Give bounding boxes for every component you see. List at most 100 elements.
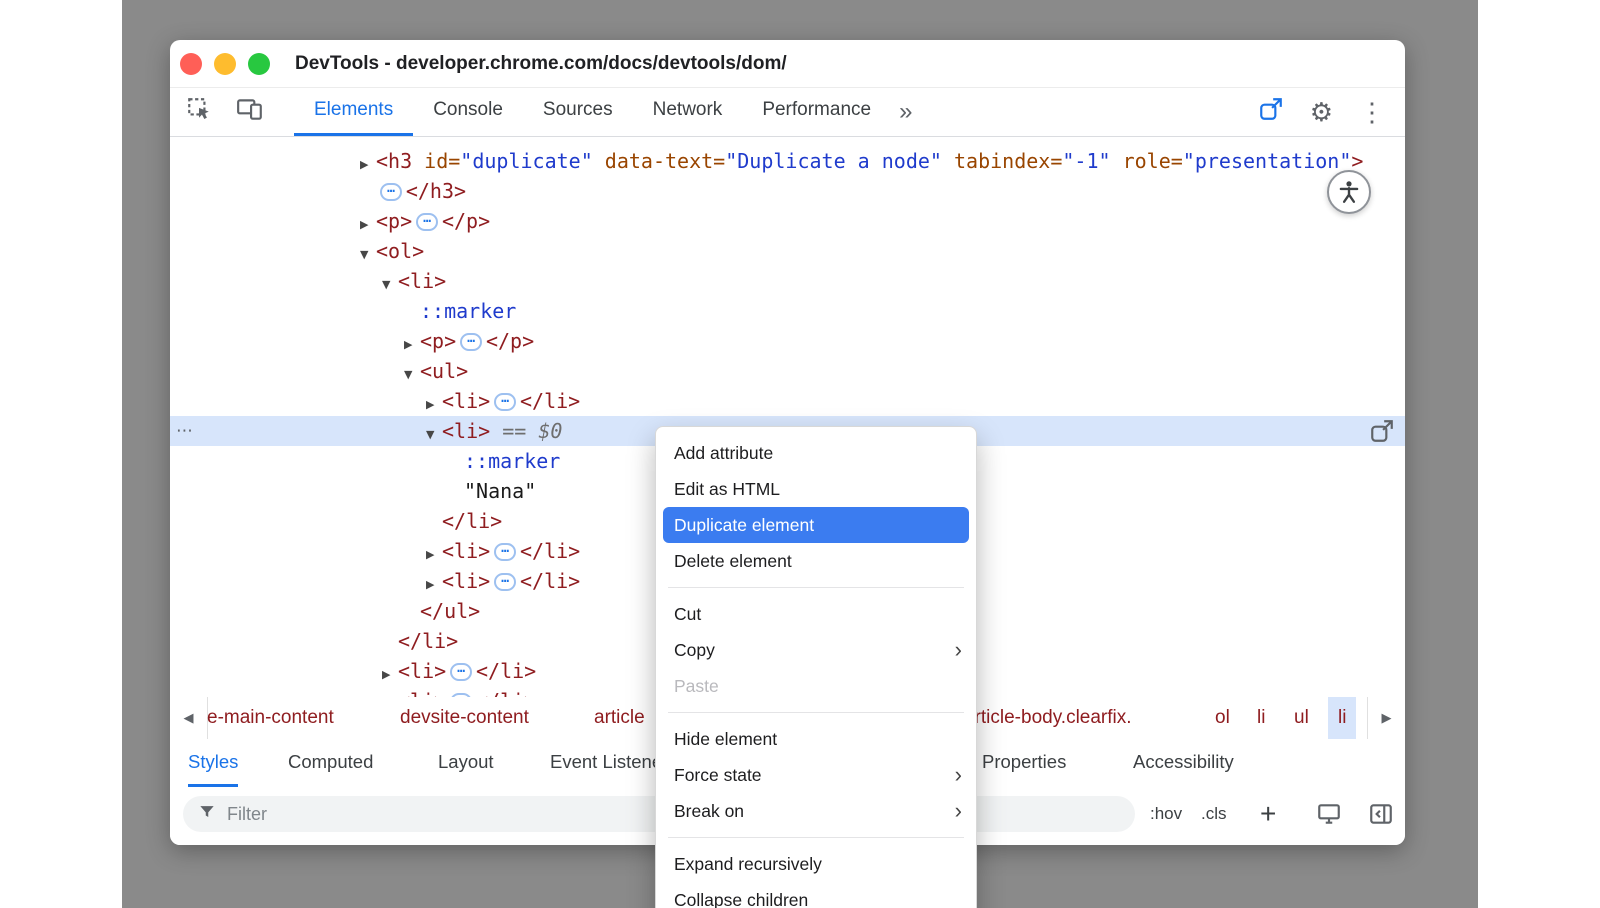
tab-properties[interactable]: Properties [982,739,1066,787]
window-title: DevTools - developer.chrome.com/docs/dev… [295,53,787,75]
new-style-rule-button[interactable]: + [1260,787,1276,841]
menu-item-delete-element[interactable]: Delete element [656,543,976,579]
menu-item-expand-recursively[interactable]: Expand recursively [656,846,976,882]
menu-item-break-on[interactable]: Break on› [656,793,976,829]
syntax-tag: </li> [520,569,580,593]
breadcrumb-item-ol[interactable]: ol [1215,697,1230,739]
more-tabs-button[interactable]: » [891,87,920,136]
menu-separator [668,712,964,713]
minimize-window-button[interactable] [214,53,236,75]
screenshot-canvas: DevTools - developer.chrome.com/docs/dev… [0,0,1600,908]
breadcrumb-item-li[interactable]: li [1257,697,1265,739]
syntax-attr: tabindex= [942,149,1062,173]
tab-sources[interactable]: Sources [523,87,633,136]
submenu-chevron-icon: › [955,793,962,829]
menu-item-force-state[interactable]: Force state› [656,757,976,793]
ellipsis-badge[interactable]: ⋯ [494,393,516,411]
dom-node-row[interactable]: ▼<ol> [170,236,1405,266]
dom-node-row[interactable]: ▶<p>⋯</p> [170,206,1405,236]
toggle-element-state-button[interactable]: :hov [1150,787,1182,841]
device-toolbar-icon[interactable] [236,96,264,127]
tab-performance[interactable]: Performance [742,87,891,136]
menu-separator [668,837,964,838]
tab-console[interactable]: Console [413,87,523,136]
syntax-tag: </li> [476,689,536,697]
dom-node-row[interactable]: ▶<h3 id="duplicate" data-text="Duplicate… [170,146,1405,176]
menu-item-cut[interactable]: Cut [656,596,976,632]
syntax-pseudo: ::marker [420,299,516,323]
tab-computed[interactable]: Computed [288,739,373,787]
syntax-tag: <p> [420,329,456,353]
ellipsis-badge[interactable]: ⋯ [494,543,516,561]
menu-item-copy[interactable]: Copy› [656,632,976,668]
element-badge-icon[interactable] [1258,96,1284,127]
tab-elements[interactable]: Elements [294,87,413,136]
syntax-attr: data-text= [593,149,725,173]
panel-tabs: ElementsConsoleSourcesNetworkPerformance [294,87,891,136]
syntax-tag: <li> [398,659,446,683]
close-window-button[interactable] [180,53,202,75]
dom-node-row[interactable]: ▼<li> [170,266,1405,296]
menu-item-collapse-children[interactable]: Collapse children [656,882,976,908]
ellipsis-badge[interactable]: ⋯ [380,183,402,201]
toggle-sidebar-icon[interactable] [1368,801,1394,832]
accessibility-widget-button[interactable] [1327,170,1371,214]
breadcrumb-item-devsite-content[interactable]: devsite-content [400,697,529,739]
menu-item-add-attribute[interactable]: Add attribute [656,435,976,471]
element-classes-button[interactable]: .cls [1201,787,1227,841]
breadcrumb-item-article[interactable]: article [594,697,645,739]
breadcrumb-item-ul[interactable]: ul [1294,697,1309,739]
syntax-tag: <li> [442,419,490,443]
menu-item-duplicate-element[interactable]: Duplicate element [663,507,969,543]
dom-node-row[interactable]: ::marker [170,296,1405,326]
ellipsis-badge[interactable]: ⋯ [494,573,516,591]
menu-item-hide-element[interactable]: Hide element [656,721,976,757]
syntax-tag: <li> [398,689,446,697]
syntax-tag: </ul> [420,599,480,623]
tab-styles[interactable]: Styles [188,739,238,787]
expand-arrow-icon[interactable]: ▶ [382,690,398,697]
syntax-val: "presentation" [1183,149,1352,173]
ellipsis-badge[interactable]: ⋯ [460,333,482,351]
ellipsis-badge[interactable]: ⋯ [416,213,438,231]
syntax-tag: </p> [442,209,490,233]
syntax-tag: </p> [486,329,534,353]
ellipsis-badge[interactable]: ⋯ [450,663,472,681]
toolbar-right-icons: ⚙ ⋮ [1258,87,1405,136]
breadcrumb-item-article-body-clearfix[interactable]: article-body.clearfix. [964,697,1132,739]
syntax-tag: <ol> [376,239,424,263]
syntax-text: "Nana" [464,479,536,503]
submenu-chevron-icon: › [955,632,962,668]
tab-layout[interactable]: Layout [438,739,494,787]
rendering-emulation-icon[interactable] [1316,801,1342,832]
filter-funnel-icon [197,802,217,827]
dom-node-row[interactable]: ⋯</h3> [170,176,1405,206]
settings-gear-icon[interactable]: ⚙ [1310,99,1333,125]
syntax-tag: <li> [398,269,446,293]
inspect-element-icon[interactable] [186,96,212,127]
dom-node-row[interactable]: ▶<p>⋯</p> [170,326,1405,356]
syntax-pseudo: ::marker [464,449,560,473]
breadcrumb-scroll-left-icon[interactable]: ◀ [170,697,208,739]
person-icon [1336,179,1362,205]
dom-node-row[interactable]: ▼<ul> [170,356,1405,386]
devtools-toolbar: ElementsConsoleSourcesNetworkPerformance… [170,87,1405,137]
syntax-val: "Duplicate a node" [725,149,942,173]
breadcrumb-scroll-right-icon[interactable]: ▶ [1367,697,1405,739]
zoom-window-button[interactable] [248,53,270,75]
menu-item-paste: Paste [656,668,976,704]
node-options-dots-icon[interactable]: ⋯ [176,416,193,446]
breadcrumb-item-li[interactable]: li [1328,697,1356,739]
dom-node-row[interactable]: ▶<li>⋯</li> [170,386,1405,416]
breadcrumb-item-e-main-content[interactable]: e-main-content [207,697,334,739]
kebab-menu-icon[interactable]: ⋮ [1359,99,1385,125]
syntax-tag: <h3 [376,149,412,173]
syntax-tag: <li> [442,569,490,593]
menu-item-edit-as-html[interactable]: Edit as HTML [656,471,976,507]
tab-network[interactable]: Network [633,87,743,136]
syntax-tag: > [1351,149,1363,173]
tab-accessibility[interactable]: Accessibility [1133,739,1234,787]
syntax-tag: <p> [376,209,412,233]
syntax-tag: </li> [520,389,580,413]
submenu-chevron-icon: › [955,757,962,793]
